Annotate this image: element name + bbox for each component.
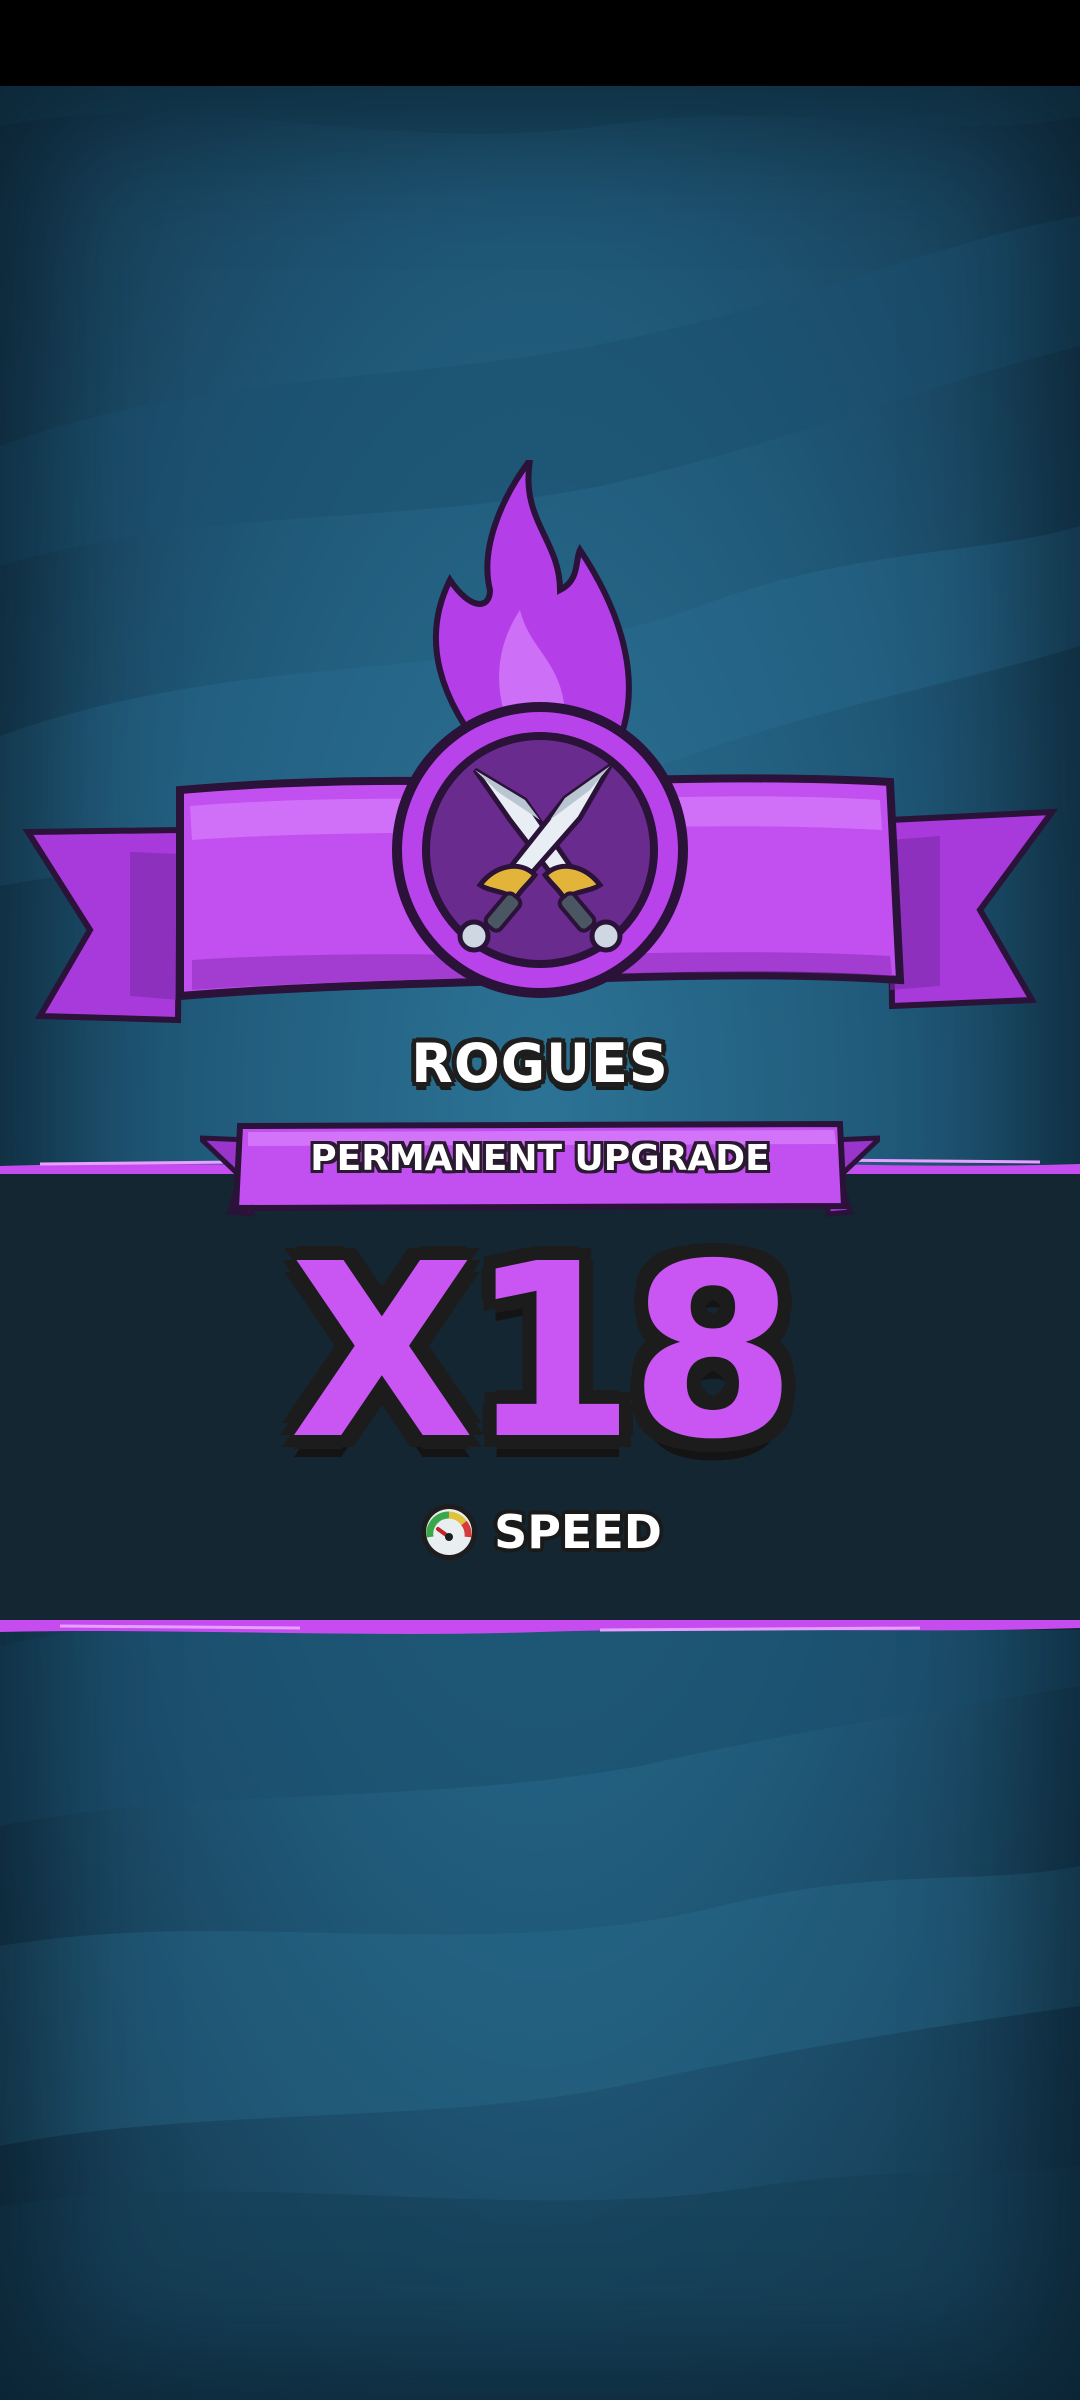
status-bar	[0, 0, 1080, 86]
speedometer-icon	[421, 1504, 478, 1560]
rogues-emblem	[22, 460, 1059, 1024]
upgrade-multiplier: X18	[289, 1212, 796, 1492]
stat-row: SPEED	[0, 1496, 1080, 1568]
banner-right-tail	[886, 808, 1059, 1010]
unit-name: ROGUES	[411, 1032, 669, 1095]
banner-left-tail	[22, 826, 184, 1024]
reward-screen[interactable]: ROGUES PERMANENT UPGRADE X18 SPEED	[0, 0, 1080, 2400]
band-bottom-glow	[0, 1620, 1080, 1634]
upgrade-label: PERMANENT UPGRADE	[310, 1138, 770, 1179]
stat-label: SPEED	[494, 1505, 662, 1559]
